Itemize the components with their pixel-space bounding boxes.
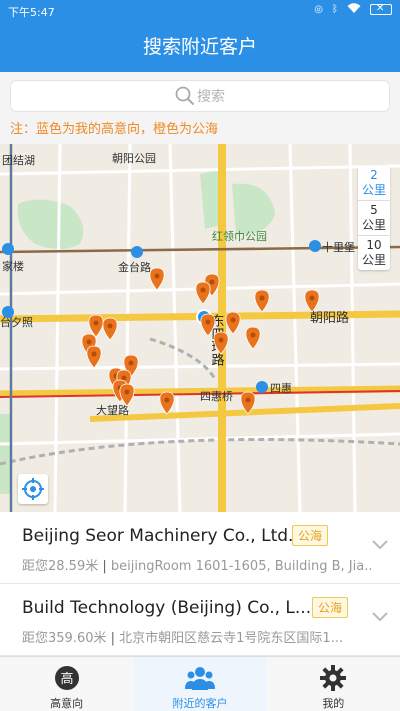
marker-dot — [259, 295, 265, 301]
customer-map-marker[interactable] — [195, 281, 211, 305]
wifi-icon — [347, 3, 361, 16]
battery-icon — [370, 3, 392, 15]
scale-option-5km[interactable]: 5 公里 — [358, 201, 390, 236]
scale-option-10km[interactable]: 10 公里 — [358, 236, 390, 270]
public-pool-badge: 公海 — [292, 525, 329, 546]
marker-dot — [218, 337, 224, 343]
customer-map-marker[interactable] — [254, 289, 270, 313]
customer-distance: 距您28.59米 — [22, 559, 99, 574]
marker-dot — [209, 279, 215, 285]
park-area — [232, 183, 275, 235]
tab-mine[interactable]: 我的 — [267, 657, 400, 711]
svg-text:高: 高 — [60, 671, 73, 687]
page-title: 搜索附近客户 — [142, 36, 257, 58]
customer-map-marker[interactable] — [304, 289, 320, 313]
customer-map-marker[interactable] — [102, 317, 118, 341]
map-label: 四惠 — [270, 381, 292, 395]
search-placeholder: 搜索 — [197, 89, 225, 105]
marker-dot — [107, 323, 113, 329]
people-icon — [184, 667, 215, 690]
scale-value: 5 — [370, 203, 378, 217]
marker-dot — [205, 319, 211, 325]
map-label: 家楼 — [2, 259, 24, 273]
scale-unit: 公里 — [361, 253, 386, 267]
marker-dot — [128, 360, 134, 366]
customer-map-marker[interactable] — [149, 267, 165, 291]
bottom-tab-bar: 高 高意向 附近的客户 我的 — [0, 656, 400, 711]
marker-dot — [164, 397, 170, 403]
map-label: 大望路 — [96, 403, 129, 417]
marker-dot — [93, 320, 99, 326]
scale-option-2km[interactable]: 2 公里 — [358, 166, 390, 201]
marker-dot — [245, 397, 251, 403]
tab-nearby-customers[interactable]: 附近的客户 — [133, 657, 267, 711]
marker-dot — [154, 273, 160, 279]
gear-icon — [320, 665, 347, 691]
chevron-down-icon[interactable] — [372, 612, 388, 622]
customer-map-marker[interactable] — [86, 345, 102, 369]
customer-address: 北京市朝阳区慈云寺1号院东区国际1... — [119, 631, 344, 646]
scale-value: 2 — [370, 168, 378, 182]
high-intent-icon: 高 — [54, 666, 79, 690]
marker-dot — [200, 287, 206, 293]
tab-high-intent[interactable]: 高 高意向 — [0, 657, 133, 711]
tab-label: 高意向 — [50, 697, 84, 710]
customer-meta: 距您359.60米 | 北京市朝阳区慈云寺1号院东区国际1... — [22, 631, 344, 646]
customer-map-marker[interactable] — [245, 326, 261, 350]
search-input[interactable]: 搜索 — [10, 80, 390, 112]
map-label: 朝阳路 — [310, 310, 349, 326]
customer-distance: 距您359.60米 — [22, 631, 107, 646]
customer-list: Beijing Seor Machinery Co., Ltd. 公海 距您28… — [0, 512, 400, 656]
marker-dot — [309, 295, 315, 301]
search-bar-container: 搜索 — [0, 72, 400, 120]
scale-unit: 公里 — [361, 218, 386, 232]
tab-label: 我的 — [322, 697, 345, 710]
alarm-icon: ◎ — [314, 4, 323, 15]
map-label: 十里堡 — [322, 240, 355, 254]
marker-dot — [91, 351, 97, 357]
map-label: 红领巾公园 — [212, 229, 267, 243]
marker-dot — [250, 332, 256, 338]
marker-dot — [86, 339, 92, 345]
nav-bar: 搜索附近客户 — [0, 22, 400, 72]
marker-dot — [124, 389, 130, 395]
customer-address: beijingRoom 1601-1605, Building B, Jia..… — [110, 559, 372, 574]
customer-map-marker[interactable] — [119, 383, 135, 407]
park-area — [17, 199, 84, 249]
status-bar: 下午5:47 ◎ ᛒ — [0, 0, 400, 22]
tab-label: 附近的客户 — [172, 697, 228, 710]
locate-me-button[interactable] — [18, 474, 48, 504]
customer-name: Beijing Seor Machinery Co., Ltd. — [22, 526, 294, 546]
customer-map-marker[interactable] — [225, 311, 241, 335]
map-label: 朝阳公园 — [112, 152, 156, 165]
customer-meta: 距您28.59米 | beijingRoom 1601-1605, Buildi… — [22, 555, 372, 574]
map-label: 团结湖 — [2, 154, 35, 167]
status-icons: ◎ ᛒ — [314, 3, 392, 16]
scale-value: 10 — [366, 238, 382, 252]
map-view[interactable]: 团结湖 朝阳公园 金台路 红领巾公园 十里堡 家楼 台夕照 朝阳路 四惠桥 四惠… — [0, 144, 400, 512]
customer-map-marker[interactable] — [159, 391, 175, 415]
locate-icon — [22, 478, 44, 500]
customer-list-item[interactable]: Beijing Seor Machinery Co., Ltd. 公海 距您28… — [0, 512, 400, 584]
map-label: 台夕照 — [0, 315, 33, 329]
map-canvas: 团结湖 朝阳公园 金台路 红领巾公园 十里堡 家楼 台夕照 朝阳路 四惠桥 四惠… — [0, 144, 400, 512]
search-icon — [175, 86, 195, 106]
map-label: 金台路 — [118, 260, 151, 274]
customer-list-item[interactable]: Build Technology (Beijing) Co., L... 公海 … — [0, 584, 400, 656]
legend-notice: 注：蓝色为我的高意向，橙色为公海 — [0, 120, 400, 144]
chevron-down-icon[interactable] — [372, 540, 388, 550]
marker-dot — [121, 375, 127, 381]
distance-scale-panel: 2 公里 5 公里 10 公里 — [358, 166, 390, 270]
customer-map-marker[interactable] — [88, 314, 104, 338]
bluetooth-icon: ᛒ — [332, 4, 338, 15]
public-pool-badge: 公海 — [312, 597, 349, 618]
scale-unit: 公里 — [361, 183, 386, 197]
customer-name: Build Technology (Beijing) Co., L... — [22, 598, 312, 618]
marker-dot — [230, 317, 236, 323]
status-time: 下午5:47 — [8, 6, 55, 19]
map-label: 四惠桥 — [200, 389, 233, 403]
